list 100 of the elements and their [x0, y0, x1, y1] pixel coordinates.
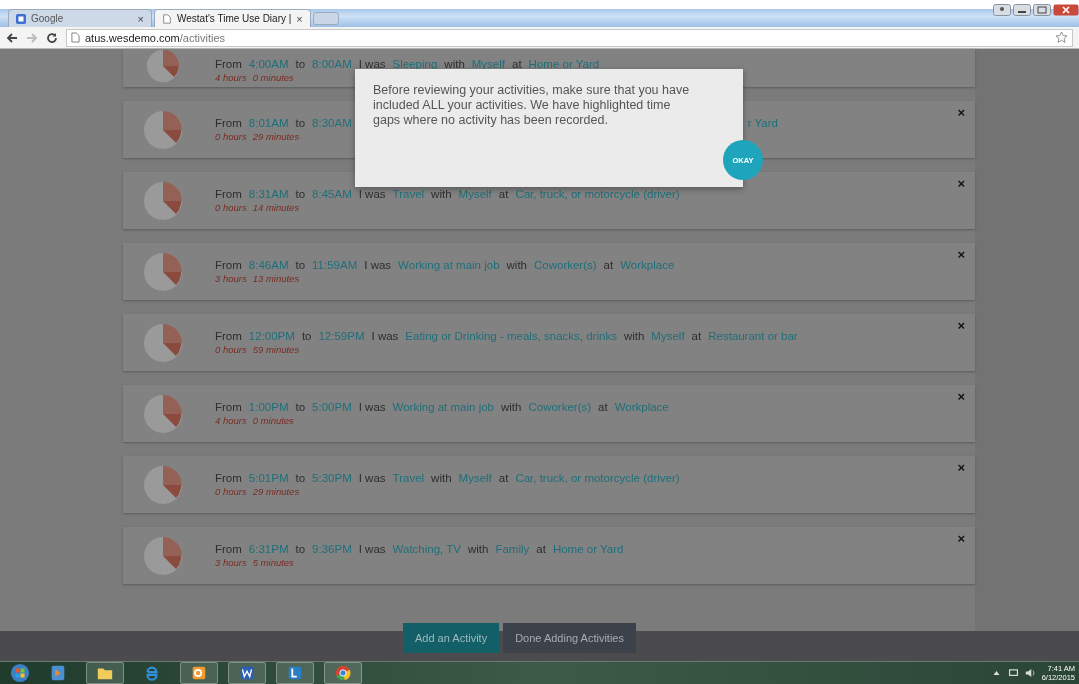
start-time-link[interactable]: 1:00PM: [248, 401, 289, 413]
end-time-link[interactable]: 5:30PM: [312, 472, 352, 484]
from-label: From: [215, 117, 242, 129]
tab-title: Google: [31, 13, 65, 24]
start-time-link[interactable]: 12:00PM: [248, 330, 295, 342]
browser-tab[interactable]: Google ×: [8, 9, 152, 27]
start-time-link[interactable]: 5:01PM: [248, 472, 289, 484]
start-time-link[interactable]: 4:00AM: [248, 58, 289, 70]
tab-close-button[interactable]: ×: [137, 12, 144, 25]
chat-app-icon[interactable]: [276, 662, 314, 684]
delete-button[interactable]: ×: [957, 176, 965, 191]
duration-hours: 4 hours: [215, 72, 247, 83]
pie-chart-icon: [143, 251, 183, 292]
with-label: with: [623, 330, 645, 342]
companion-link[interactable]: Coworker(s): [528, 401, 592, 413]
mail-app-icon[interactable]: [180, 662, 218, 684]
end-time-link[interactable]: 9:36PM: [312, 543, 352, 555]
to-label: to: [301, 330, 312, 342]
place-link[interactable]: Home or Yard: [552, 543, 624, 555]
delete-button[interactable]: ×: [957, 105, 965, 120]
network-icon[interactable]: [1007, 668, 1019, 678]
bookmark-star-icon[interactable]: [1055, 31, 1068, 44]
activity-link[interactable]: Travel: [392, 472, 425, 484]
was-label: I was: [358, 58, 386, 70]
page-icon: [162, 13, 172, 24]
with-label: with: [431, 188, 452, 200]
end-time-link[interactable]: 12:59PM: [318, 330, 365, 342]
address-field[interactable]: atus.wesdemo.com/activities: [66, 28, 1073, 47]
duration-hours: 3 hours: [215, 273, 247, 284]
to-label: to: [295, 117, 306, 129]
start-time-link[interactable]: 8:31AM: [248, 188, 289, 200]
duration-minutes: 5 minutes: [252, 557, 294, 568]
tab-close-button[interactable]: ×: [296, 12, 303, 25]
companion-link[interactable]: Myself: [458, 188, 492, 200]
word-document-icon[interactable]: [228, 662, 266, 684]
activity-link[interactable]: Working at main job: [392, 401, 494, 413]
duration-minutes: 13 minutes: [252, 273, 300, 284]
start-time-link[interactable]: 8:46AM: [248, 259, 289, 271]
to-label: to: [295, 58, 306, 70]
delete-button[interactable]: ×: [957, 531, 965, 546]
start-time-link[interactable]: 6:31PM: [248, 543, 289, 555]
pie-chart-icon: [143, 180, 183, 221]
user-icon[interactable]: [993, 4, 1011, 16]
companion-link[interactable]: Myself: [458, 472, 492, 484]
place-link[interactable]: r Yard: [747, 117, 778, 129]
delete-button[interactable]: ×: [957, 389, 965, 404]
end-time-link[interactable]: 5:00PM: [312, 401, 352, 413]
with-label: with: [467, 543, 489, 555]
from-label: From: [215, 472, 242, 484]
footer-button[interactable]: Done Adding Activities: [503, 623, 636, 653]
activity-link[interactable]: Travel: [392, 188, 425, 200]
activity-link[interactable]: Eating or Drinking - meals, snacks, drinks: [405, 330, 617, 342]
activity-link[interactable]: Working at main job: [398, 259, 500, 271]
close-icon[interactable]: [1053, 4, 1079, 16]
duration-hours: 0 hours: [215, 486, 247, 497]
place-link[interactable]: Restaurant or bar: [708, 330, 798, 342]
speaker-icon[interactable]: [1024, 668, 1036, 678]
end-time-link[interactable]: 8:30AM: [312, 117, 352, 129]
browser-tab[interactable]: Westat's Time Use Diary | ×: [154, 9, 311, 27]
end-time-link[interactable]: 8:00AM: [312, 58, 352, 70]
reload-icon[interactable]: [46, 31, 58, 44]
at-label: at: [598, 401, 608, 413]
was-label: I was: [364, 259, 392, 271]
at-label: at: [498, 188, 509, 200]
at-label: at: [498, 472, 509, 484]
with-label: with: [431, 472, 452, 484]
footer-button[interactable]: Add an Activity: [403, 623, 500, 653]
start-orb-icon[interactable]: [10, 663, 30, 683]
folder-icon[interactable]: [86, 662, 124, 684]
end-time-link[interactable]: 8:45AM: [312, 188, 352, 200]
chrome-icon[interactable]: [324, 662, 362, 684]
companion-link[interactable]: Myself: [471, 58, 505, 70]
activity-link[interactable]: Sleeping: [392, 58, 438, 70]
place-link[interactable]: Workplace: [620, 259, 675, 271]
from-label: From: [215, 543, 242, 555]
google-favicon-icon: [16, 13, 26, 24]
delete-button[interactable]: ×: [957, 247, 965, 262]
companion-link[interactable]: Myself: [651, 330, 685, 342]
to-label: to: [295, 543, 306, 555]
activity-link[interactable]: Watching, TV: [392, 543, 461, 555]
place-link[interactable]: Workplace: [614, 401, 669, 413]
to-label: to: [295, 401, 306, 413]
delete-button[interactable]: ×: [957, 460, 965, 475]
pie-chart-icon: [143, 464, 183, 505]
minimize-icon[interactable]: [1013, 4, 1031, 16]
at-label: at: [512, 58, 522, 70]
dialog-message: Before reviewing your activities, make sure that you have included ALL your activities. We have highlighted time gaps where no activity has been recorded.: [373, 83, 691, 128]
companion-link[interactable]: Coworker(s): [534, 259, 597, 271]
was-label: I was: [358, 543, 386, 555]
delete-button[interactable]: ×: [957, 318, 965, 333]
place-link[interactable]: Car, truck, or motorcycle (driver): [515, 188, 680, 200]
companion-link[interactable]: Family: [495, 543, 530, 555]
was-label: I was: [358, 472, 386, 484]
end-time-link[interactable]: 11:59AM: [312, 259, 358, 271]
start-time-link[interactable]: 8:01AM: [248, 117, 289, 129]
at-label: at: [536, 543, 546, 555]
place-link[interactable]: Home or Yard: [528, 58, 600, 70]
place-link[interactable]: Car, truck, or motorcycle (driver): [515, 472, 680, 484]
from-label: From: [215, 188, 242, 200]
back-arrow-icon[interactable]: [6, 31, 18, 44]
